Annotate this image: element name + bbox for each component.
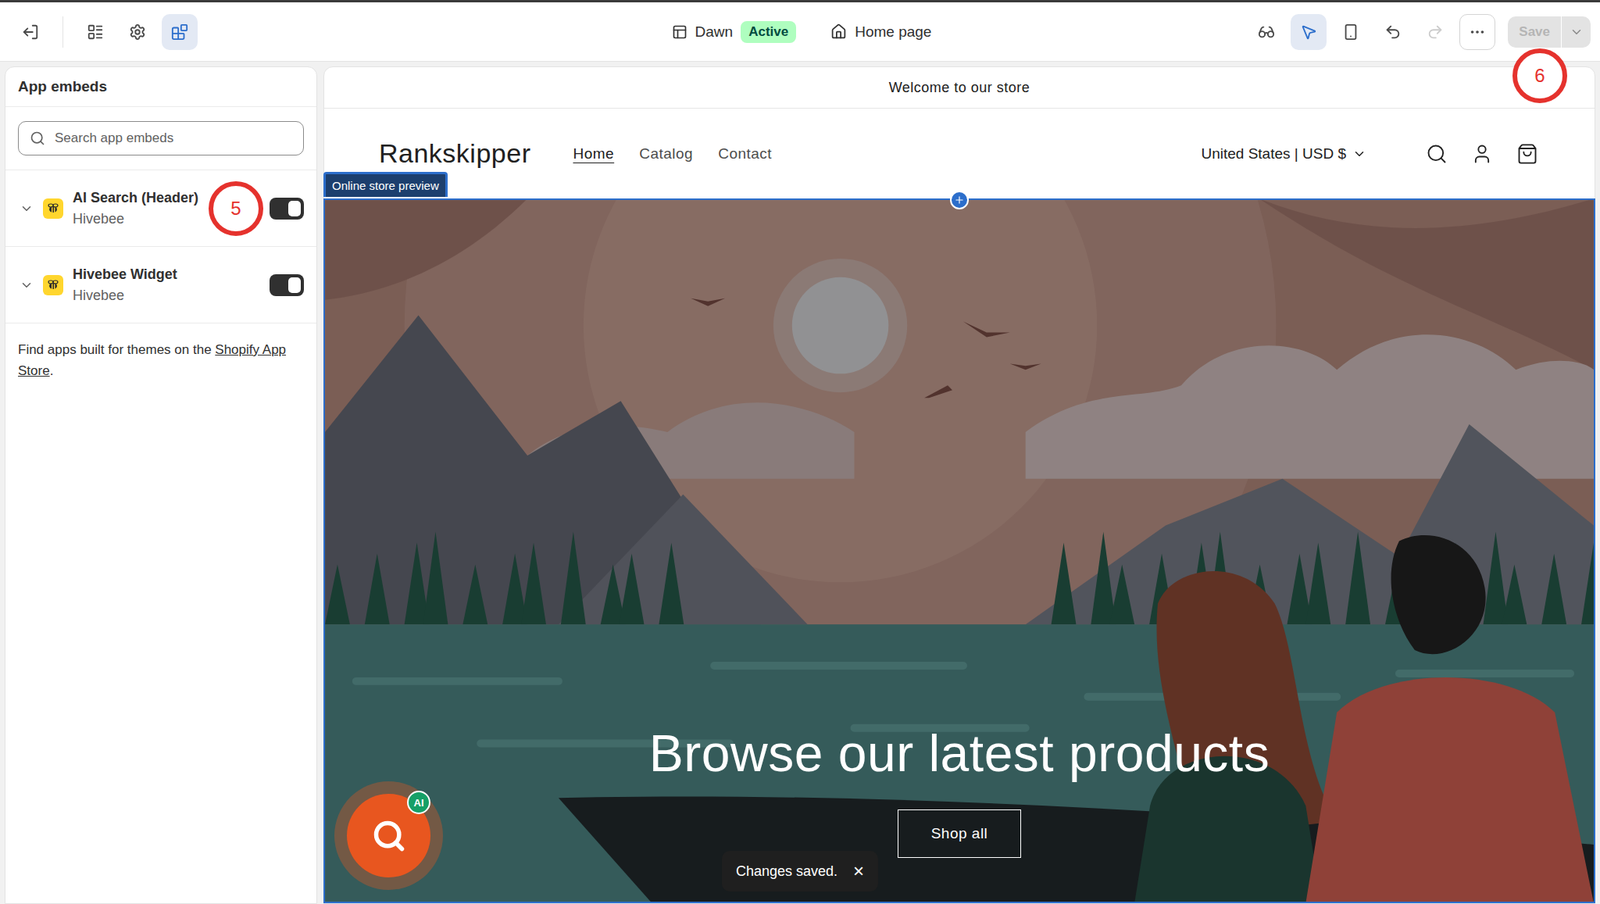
mobile-view-icon	[1342, 23, 1360, 41]
page-selector[interactable]: Home page	[830, 23, 932, 41]
shop-all-button[interactable]: Shop all	[897, 809, 1022, 858]
store-nav: Home Catalog Contact	[572, 145, 1159, 163]
app-embeds-button[interactable]	[161, 14, 198, 50]
nav-link[interactable]: Catalog	[639, 145, 693, 163]
theme-icon	[671, 24, 688, 40]
store-header: Rankskipper Home Catalog Contact United Stat…	[324, 108, 1595, 199]
theme-name[interactable]: Dawn	[695, 23, 734, 41]
bee-icon	[46, 201, 61, 216]
search-placeholder: Search app embeds	[54, 130, 174, 147]
settings-button[interactable]	[119, 14, 156, 50]
app-logo	[42, 275, 64, 296]
status-badge: Active	[740, 21, 797, 43]
page-name: Home page	[854, 23, 932, 41]
app-store-link[interactable]: Shopify App Store	[17, 342, 286, 379]
footer-text: Find apps built for themes on the Shopif…	[5, 323, 317, 397]
toggle-knob	[288, 200, 301, 217]
toast-message: Changes saved.	[735, 863, 838, 880]
expand-icon[interactable]	[19, 278, 34, 293]
save-group: Save	[1507, 16, 1591, 48]
save-button[interactable]: Save	[1507, 16, 1561, 48]
account-icon[interactable]	[1471, 142, 1493, 165]
hero-illustration	[325, 200, 1594, 902]
embed-row: Hivebee Widget Hivebee	[5, 246, 317, 324]
mobile-view-button[interactable]	[1332, 14, 1369, 50]
expand-icon[interactable]	[19, 201, 34, 216]
store-logo[interactable]: Rankskipper	[378, 138, 531, 169]
annotation-marker: 5	[208, 181, 264, 236]
ai-badge: AI	[407, 790, 431, 815]
app-embeds-icon	[171, 23, 189, 41]
top-bar: DawnActiveHome pageSave6	[0, 0, 1600, 62]
chevron-down-icon	[1569, 25, 1584, 40]
home-icon	[830, 23, 847, 40]
announcement-bar: Welcome to our store	[324, 67, 1595, 109]
panel-title: App embeds	[5, 67, 317, 108]
redo-icon	[1426, 23, 1444, 41]
theme-editor: Dawn Active Home page Save6 App embeds Search…	[0, 0, 1600, 904]
chevron-down-icon	[1352, 146, 1367, 161]
preview-inspector-icon	[1257, 23, 1275, 41]
settings-icon	[128, 23, 147, 41]
embed-name: Hivebee Widget	[72, 266, 261, 283]
locale-selector[interactable]: United States | USD $	[1200, 145, 1367, 163]
toggle-knob	[288, 277, 301, 293]
add-section-button[interactable]	[950, 190, 969, 210]
search-field[interactable]: Search app embeds	[17, 121, 304, 156]
search-icon[interactable]	[1425, 142, 1448, 165]
toast: Changes saved. ×	[721, 850, 879, 892]
store-preview: Welcome to our store Rankskipper Home Catal…	[323, 66, 1596, 904]
search-icon	[29, 130, 46, 147]
save-options-button[interactable]	[1560, 16, 1591, 48]
embed-toggle[interactable]	[269, 197, 304, 220]
toast-close-button[interactable]: ×	[853, 861, 865, 881]
more-button[interactable]	[1459, 14, 1496, 50]
plus-icon	[953, 194, 965, 206]
embed-provider: Hivebee	[72, 287, 261, 304]
selector-icon	[1300, 23, 1318, 41]
cart-icon[interactable]	[1516, 142, 1539, 165]
undo-icon	[1384, 23, 1402, 41]
sections-icon	[86, 23, 104, 41]
preview-label: Online store preview	[323, 171, 448, 197]
search-icon	[371, 818, 407, 854]
hero-section[interactable]: Online store previewBrowse our latest pr…	[323, 198, 1596, 904]
hero-heading: Browse our latest products	[649, 723, 1270, 783]
redo-button[interactable]	[1417, 14, 1454, 50]
app-embeds-panel: App embeds Search app embeds AI Search (He…	[4, 66, 318, 904]
app-logo	[42, 198, 64, 219]
embed-toggle[interactable]	[269, 274, 304, 297]
nav-link[interactable]: Contact	[717, 145, 772, 163]
exit-icon	[21, 23, 40, 41]
divider	[62, 16, 64, 48]
embed-row: AI Search (Header)Hivebee5	[5, 170, 317, 247]
more-icon	[1468, 23, 1486, 41]
sections-button[interactable]	[77, 14, 114, 50]
annotation-marker: 6	[1512, 48, 1568, 104]
undo-button[interactable]	[1375, 14, 1411, 50]
ai-search-button[interactable]: AI	[346, 793, 431, 878]
bee-icon	[46, 278, 61, 293]
exit-button[interactable]	[12, 14, 49, 50]
nav-link[interactable]: Home	[572, 145, 615, 163]
preview-inspector-button[interactable]	[1248, 14, 1285, 50]
selector-button[interactable]	[1290, 14, 1327, 50]
